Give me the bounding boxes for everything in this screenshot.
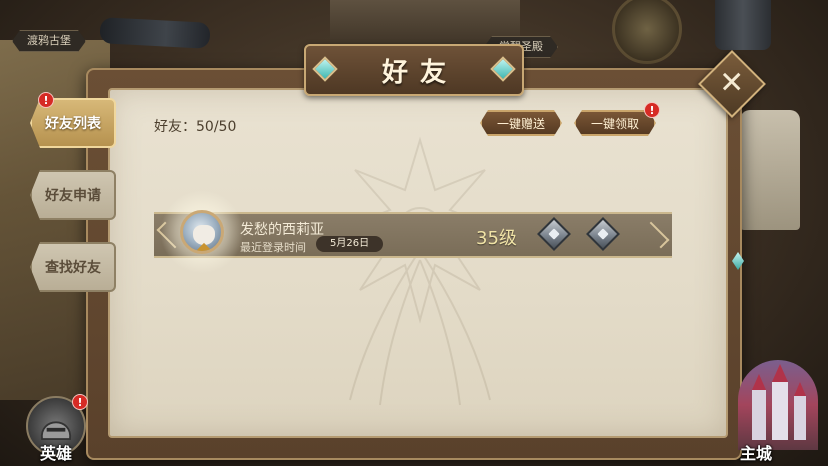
avatar-tie-icon bbox=[196, 242, 212, 251]
gem-icon bbox=[312, 56, 338, 82]
background-candle bbox=[740, 110, 800, 230]
button-label: 一键赠送 bbox=[496, 116, 545, 131]
tab-friend-requests[interactable]: 好友申请 bbox=[30, 170, 116, 220]
gem-icon bbox=[490, 56, 516, 82]
background-compass bbox=[612, 0, 682, 64]
tab-find-friends[interactable]: 查找好友 bbox=[30, 242, 116, 292]
notification-badge: ! bbox=[72, 394, 88, 410]
last-login-label: 最近登录时间 bbox=[240, 241, 306, 254]
tab-label: 查找好友 bbox=[45, 260, 101, 276]
friend-count: 好友：50/50 bbox=[154, 119, 237, 135]
gift-icon bbox=[548, 228, 560, 240]
gift-all-button[interactable]: 一键赠送 bbox=[480, 110, 562, 136]
window-title-plaque: 好友 bbox=[304, 44, 524, 96]
notification-badge: ! bbox=[38, 92, 54, 108]
hero-label: 英雄 bbox=[40, 444, 73, 463]
main-city-label: 主城 bbox=[740, 444, 773, 463]
claim-icon bbox=[597, 228, 609, 240]
main-city-button[interactable] bbox=[738, 360, 818, 450]
tab-label: 好友申请 bbox=[45, 188, 101, 204]
claim-all-button[interactable]: 一键领取 bbox=[574, 110, 656, 136]
last-login-date: 5月26日 bbox=[316, 236, 384, 252]
notification-badge: ! bbox=[644, 102, 660, 118]
emblem-watermark-icon bbox=[336, 136, 504, 406]
tab-label: 好友列表 bbox=[45, 116, 101, 132]
friend-avatar[interactable] bbox=[180, 210, 224, 254]
background-ink-bottle bbox=[715, 0, 771, 50]
close-icon: ✕ bbox=[719, 65, 745, 101]
location-tag-left: 渡鸦古堡 bbox=[12, 30, 86, 52]
button-label: 一键领取 bbox=[590, 116, 639, 131]
friend-name: 发愁的西莉亚 bbox=[240, 222, 324, 238]
castle-icon bbox=[752, 364, 806, 440]
window-title: 好友 bbox=[381, 57, 458, 88]
background-bottle bbox=[99, 17, 211, 49]
friend-level: 35级 bbox=[476, 228, 517, 249]
